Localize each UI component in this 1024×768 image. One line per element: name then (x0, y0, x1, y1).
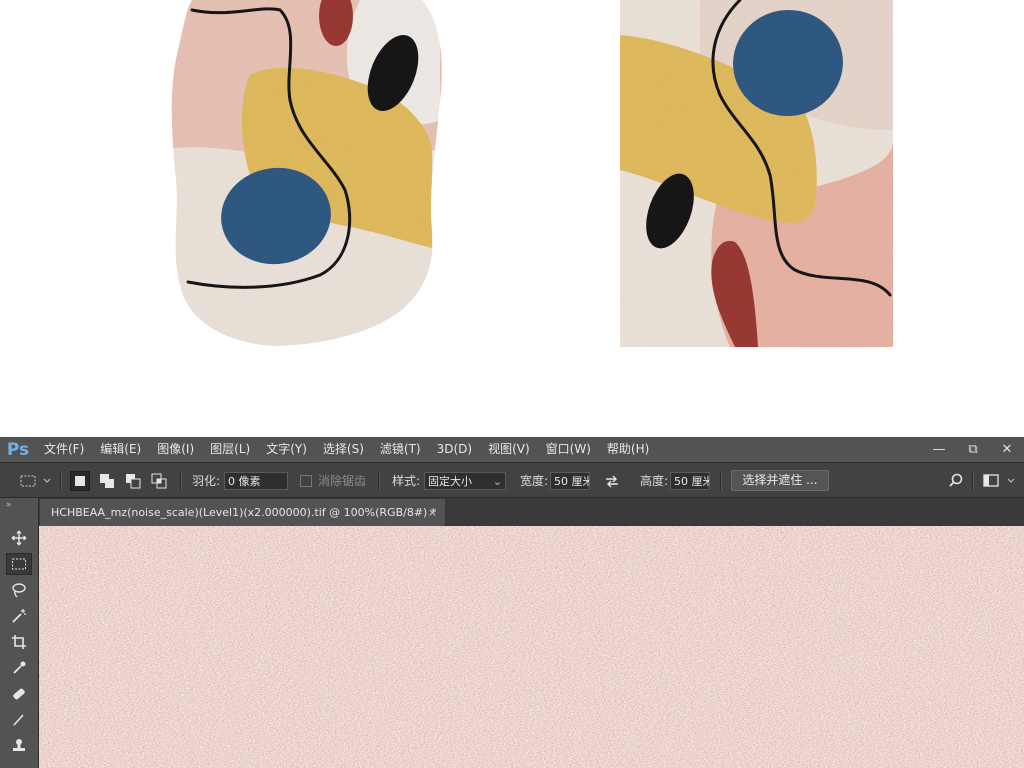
feather-group: 羽化: 0 像素 (192, 463, 289, 498)
height-group: 高度: 50 厘米 (640, 463, 711, 498)
brush-tool-icon[interactable] (6, 709, 32, 731)
menu-bar: Ps 文件(F) 编辑(E) 图像(I) 图层(L) 文字(Y) 选择(S) 滤… (0, 437, 1024, 462)
eyedropper-tool-icon[interactable] (6, 657, 32, 679)
style-label: 样式: (392, 474, 421, 488)
width-label: 宽度: (520, 474, 549, 488)
subtract-selection-icon[interactable] (124, 472, 142, 490)
move-tool-icon[interactable] (6, 527, 32, 549)
swap-dimensions-button[interactable] (604, 463, 620, 498)
search-icon (949, 473, 963, 487)
restore-button[interactable]: ⧉ (956, 437, 990, 462)
swap-arrows-icon (606, 475, 618, 487)
workspace-icon (983, 473, 1015, 487)
new-selection-icon[interactable] (70, 470, 90, 491)
height-input[interactable]: 50 厘米 (670, 471, 711, 490)
search-button[interactable] (948, 463, 964, 498)
irregular-rug (171, 0, 442, 346)
document-tab-bar: HCHBEAA_mz(noise_scale)(Level1)(x2.00000… (0, 498, 1024, 526)
photoshop-window: Ps 文件(F) 编辑(E) 图像(I) 图层(L) 文字(Y) 选择(S) 滤… (0, 437, 1024, 768)
magic-wand-tool-icon[interactable] (6, 605, 32, 627)
tool-preset-picker[interactable] (18, 463, 52, 498)
menu-window[interactable]: 窗口(W) (538, 437, 599, 462)
antialias-label: 消除锯齿 (318, 474, 367, 488)
style-select[interactable]: 固定大小 ⌄ (424, 471, 507, 490)
minimize-button[interactable]: — (922, 437, 956, 462)
tab-close-icon[interactable]: × (428, 499, 437, 526)
menu-select[interactable]: 选择(S) (315, 437, 372, 462)
width-group: 宽度: 50 厘米 (520, 463, 591, 498)
collapse-panel-icon[interactable]: » (6, 500, 12, 510)
rectangular-rug (620, 0, 893, 347)
menu-layer[interactable]: 图层(L) (202, 437, 258, 462)
menu-help[interactable]: 帮助(H) (599, 437, 657, 462)
menu-type[interactable]: 文字(Y) (258, 437, 315, 462)
clone-stamp-tool-icon[interactable] (6, 735, 32, 757)
menu-view[interactable]: 视图(V) (480, 437, 538, 462)
workspace-switcher[interactable] (983, 463, 1019, 498)
document-tab-title: HCHBEAA_mz(noise_scale)(Level1)(x2.00000… (51, 506, 437, 519)
antialias-group: 消除锯齿 (300, 463, 366, 498)
feather-label: 羽化: (192, 474, 221, 488)
chevron-down-icon: ⌄ (492, 474, 503, 488)
menu-image[interactable]: 图像(I) (149, 437, 202, 462)
style-select-value: 固定大小 (428, 474, 473, 488)
selection-modes (70, 463, 168, 498)
window-controls: — ⧉ ✕ (922, 437, 1024, 462)
style-group: 样式: 固定大小 ⌄ (392, 463, 507, 498)
photoshop-logo: Ps (6, 439, 30, 460)
antialias-checkbox[interactable] (300, 474, 312, 487)
lasso-tool-icon[interactable] (6, 579, 32, 601)
close-button[interactable]: ✕ (990, 437, 1024, 462)
height-label: 高度: (640, 474, 669, 488)
select-mask-group: 选择并遮住 ... (731, 463, 829, 498)
menu-filter[interactable]: 滤镜(T) (372, 437, 429, 462)
crop-tool-icon[interactable] (6, 631, 32, 653)
menu-edit[interactable]: 编辑(E) (92, 437, 149, 462)
artwork-preview (171, 0, 893, 347)
healing-brush-tool-icon[interactable] (6, 683, 32, 705)
menu-3d[interactable]: 3D(D) (429, 437, 480, 462)
intersect-selection-icon[interactable] (150, 472, 168, 490)
width-input[interactable]: 50 厘米 (550, 471, 591, 490)
select-and-mask-button[interactable]: 选择并遮住 ... (731, 470, 829, 491)
document-canvas[interactable] (39, 526, 1024, 768)
document-tab[interactable]: HCHBEAA_mz(noise_scale)(Level1)(x2.00000… (40, 499, 445, 526)
options-bar: 羽化: 0 像素 消除锯齿 样式: 固定大小 ⌄ 宽度: 50 厘米 高度: 5… (0, 462, 1024, 498)
marquee-preset-icon (20, 475, 51, 486)
add-selection-icon[interactable] (98, 472, 116, 490)
rect-marquee-tool-icon[interactable] (6, 553, 32, 575)
menu-file[interactable]: 文件(F) (36, 437, 92, 462)
feather-input[interactable]: 0 像素 (224, 471, 289, 490)
tools-panel: » (0, 498, 39, 768)
